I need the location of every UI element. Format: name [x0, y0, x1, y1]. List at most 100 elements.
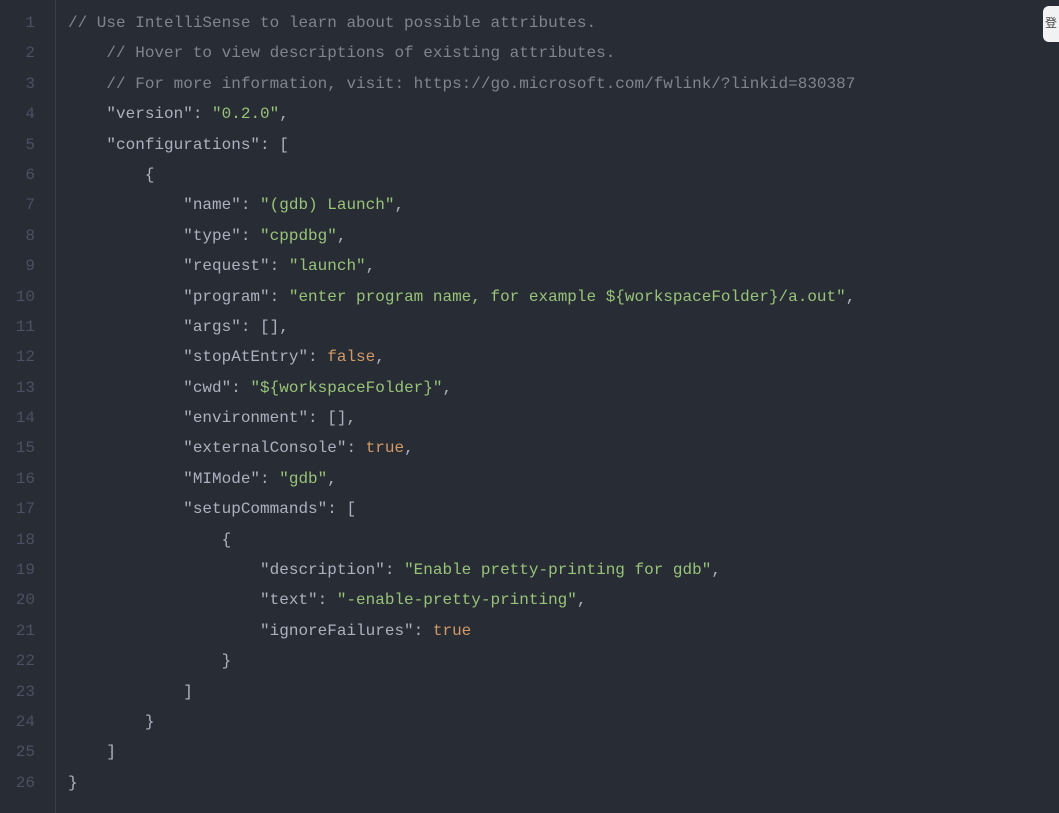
- token-punc: {: [145, 166, 155, 184]
- token-punc: ,: [337, 227, 347, 245]
- code-line[interactable]: {: [68, 160, 1059, 190]
- code-line[interactable]: // For more information, visit: https://…: [68, 69, 1059, 99]
- line-number: 10: [0, 282, 47, 312]
- token-punc: :: [193, 105, 212, 123]
- token-punc: : [],: [241, 318, 289, 336]
- code-line[interactable]: // Hover to view descriptions of existin…: [68, 38, 1059, 68]
- token-bool: false: [327, 348, 375, 366]
- token-punc: ,: [577, 591, 587, 609]
- token-key: "MIMode": [183, 470, 260, 488]
- token-punc: ]: [106, 743, 116, 761]
- token-punc: :: [318, 591, 337, 609]
- token-key: "cwd": [183, 379, 231, 397]
- line-number: 19: [0, 555, 47, 585]
- token-punc: }: [68, 774, 78, 792]
- code-editor[interactable]: 1234567891011121314151617181920212223242…: [0, 0, 1059, 813]
- token-comment: // Hover to view descriptions of existin…: [106, 44, 615, 62]
- token-key: "configurations": [106, 136, 260, 154]
- line-number: 2: [0, 38, 47, 68]
- code-line[interactable]: "ignoreFailures": true: [68, 616, 1059, 646]
- code-line[interactable]: "version": "0.2.0",: [68, 99, 1059, 129]
- code-line[interactable]: // Use IntelliSense to learn about possi…: [68, 8, 1059, 38]
- token-bool: true: [433, 622, 471, 640]
- code-line[interactable]: }: [68, 646, 1059, 676]
- line-number: 12: [0, 342, 47, 372]
- code-line[interactable]: ]: [68, 677, 1059, 707]
- line-number: 21: [0, 616, 47, 646]
- corner-button-label: 登: [1045, 9, 1057, 39]
- token-punc: ,: [394, 196, 404, 214]
- line-number: 4: [0, 99, 47, 129]
- token-punc: ,: [846, 288, 856, 306]
- code-line[interactable]: "args": [],: [68, 312, 1059, 342]
- token-punc: :: [241, 196, 260, 214]
- token-bool: true: [366, 439, 404, 457]
- token-punc: ,: [442, 379, 452, 397]
- code-line[interactable]: "request": "launch",: [68, 251, 1059, 281]
- token-key: "type": [183, 227, 241, 245]
- line-number: 3: [0, 69, 47, 99]
- line-number: 11: [0, 312, 47, 342]
- token-punc: :: [270, 257, 289, 275]
- token-punc: :: [270, 288, 289, 306]
- token-key: "stopAtEntry": [183, 348, 308, 366]
- token-punc: : [: [260, 136, 289, 154]
- token-punc: :: [385, 561, 404, 579]
- token-key: "setupCommands": [183, 500, 327, 518]
- token-key: "program": [183, 288, 269, 306]
- token-string: "${workspaceFolder}": [250, 379, 442, 397]
- token-key: "externalConsole": [183, 439, 346, 457]
- token-string: "-enable-pretty-printing": [337, 591, 577, 609]
- token-punc: ,: [279, 105, 289, 123]
- token-punc: :: [346, 439, 365, 457]
- code-line[interactable]: "setupCommands": [: [68, 494, 1059, 524]
- token-key: "ignoreFailures": [260, 622, 414, 640]
- code-line[interactable]: "cwd": "${workspaceFolder}",: [68, 373, 1059, 403]
- line-number: 25: [0, 737, 47, 767]
- token-punc: {: [222, 531, 232, 549]
- code-line[interactable]: "text": "-enable-pretty-printing",: [68, 585, 1059, 615]
- code-line[interactable]: }: [68, 768, 1059, 798]
- token-string: "(gdb) Launch": [260, 196, 394, 214]
- token-key: "version": [106, 105, 192, 123]
- token-punc: : [],: [308, 409, 356, 427]
- token-key: "text": [260, 591, 318, 609]
- line-number: 9: [0, 251, 47, 281]
- line-number: 13: [0, 373, 47, 403]
- token-punc: :: [308, 348, 327, 366]
- token-key: "environment": [183, 409, 308, 427]
- token-key: "args": [183, 318, 241, 336]
- token-punc: :: [231, 379, 250, 397]
- code-line[interactable]: }: [68, 707, 1059, 737]
- corner-button[interactable]: 登: [1043, 6, 1059, 42]
- token-punc: :: [260, 470, 279, 488]
- code-line[interactable]: "stopAtEntry": false,: [68, 342, 1059, 372]
- code-area[interactable]: // Use IntelliSense to learn about possi…: [56, 0, 1059, 813]
- line-number: 22: [0, 646, 47, 676]
- token-punc: :: [241, 227, 260, 245]
- token-punc: ,: [404, 439, 414, 457]
- code-line[interactable]: "environment": [],: [68, 403, 1059, 433]
- token-string: "enter program name, for example ${works…: [289, 288, 846, 306]
- code-line[interactable]: "name": "(gdb) Launch",: [68, 190, 1059, 220]
- code-line[interactable]: "program": "enter program name, for exam…: [68, 282, 1059, 312]
- code-line[interactable]: "MIMode": "gdb",: [68, 464, 1059, 494]
- line-number: 20: [0, 585, 47, 615]
- token-comment: // Use IntelliSense to learn about possi…: [68, 14, 596, 32]
- code-line[interactable]: {: [68, 525, 1059, 555]
- line-number: 16: [0, 464, 47, 494]
- token-string: "cppdbg": [260, 227, 337, 245]
- token-punc: }: [222, 652, 232, 670]
- token-string: "Enable pretty-printing for gdb": [404, 561, 711, 579]
- token-punc: ,: [366, 257, 376, 275]
- line-number: 14: [0, 403, 47, 433]
- code-line[interactable]: ]: [68, 737, 1059, 767]
- token-punc: ,: [327, 470, 337, 488]
- code-line[interactable]: "description": "Enable pretty-printing f…: [68, 555, 1059, 585]
- line-number: 17: [0, 494, 47, 524]
- code-line[interactable]: "type": "cppdbg",: [68, 221, 1059, 251]
- line-number: 1: [0, 8, 47, 38]
- token-punc: ,: [375, 348, 385, 366]
- code-line[interactable]: "configurations": [: [68, 130, 1059, 160]
- code-line[interactable]: "externalConsole": true,: [68, 433, 1059, 463]
